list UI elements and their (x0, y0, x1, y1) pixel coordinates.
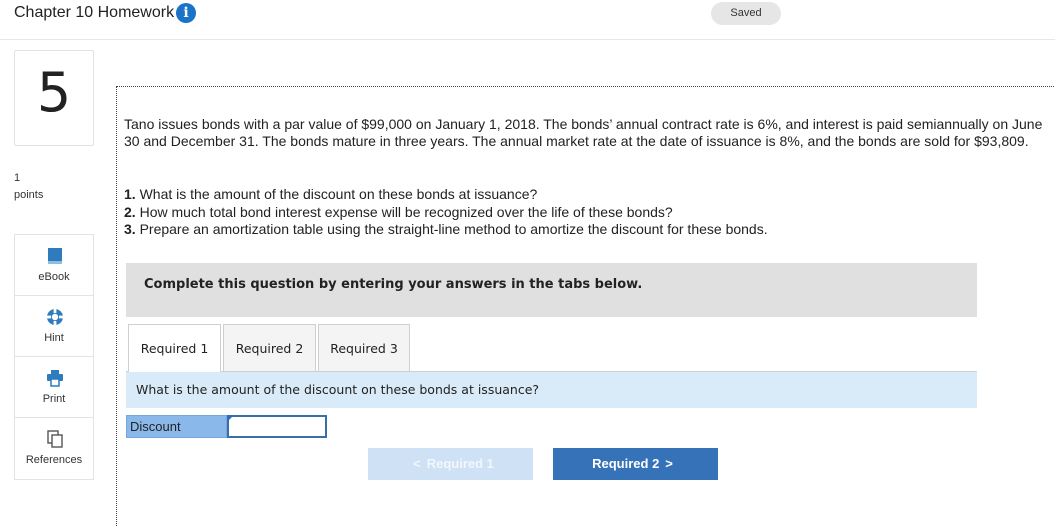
points-label: points (14, 189, 44, 201)
print-label: Print (42, 393, 66, 405)
assignment-title: Chapter 10 Homework (14, 4, 175, 21)
book-icon (46, 247, 64, 265)
previous-button-label: Required 1 (426, 456, 494, 471)
tab-required-1[interactable]: Required 1 (128, 324, 221, 373)
discount-label: Discount (126, 415, 227, 438)
points-value: 1 (14, 172, 21, 184)
ebook-label: eBook (38, 271, 70, 283)
tab-required-2[interactable]: Required 2 (223, 324, 316, 372)
question-number: 5 (36, 61, 72, 124)
tab-required-3[interactable]: Required 3 (318, 324, 410, 372)
lifebuoy-icon (46, 308, 64, 326)
instruction-text: Complete this question by entering your … (144, 277, 643, 292)
next-required-button[interactable]: Required 2 > (553, 448, 718, 480)
chevron-right-icon: > (665, 456, 673, 471)
hint-label: Hint (44, 332, 64, 344)
saved-status-badge: Saved (711, 2, 781, 25)
references-tool[interactable]: References (15, 418, 93, 479)
question-list: 1. What is the amount of the discount on… (124, 186, 1044, 239)
ebook-tool[interactable]: eBook (15, 235, 93, 296)
discount-input[interactable] (227, 415, 327, 438)
hint-tool[interactable]: Hint (15, 296, 93, 357)
info-icon[interactable]: i (176, 3, 196, 23)
problem-text: Tano issues bonds with a par value of $9… (124, 116, 1043, 149)
question-item: 3. Prepare an amortization table using t… (124, 221, 768, 237)
instruction-banner: Complete this question by entering your … (126, 263, 977, 317)
print-tool[interactable]: Print (15, 357, 93, 418)
subquestion-text: What is the amount of the discount on th… (136, 382, 540, 397)
next-button-label: Required 2 (592, 456, 660, 471)
copy-icon (46, 430, 64, 448)
top-header: Chapter 10 Homework i Saved (0, 0, 1055, 40)
subquestion-banner: What is the amount of the discount on th… (126, 372, 977, 408)
tools-panel: eBook Hint Print References (14, 234, 94, 480)
question-item: 2. How much total bond interest expense … (124, 203, 673, 220)
previous-required-button[interactable]: < Required 1 (368, 448, 533, 480)
question-number-box: 5 (14, 50, 94, 146)
question-item: 1. What is the amount of the discount on… (124, 186, 538, 202)
references-label: References (25, 454, 83, 466)
printer-icon (46, 369, 64, 387)
chevron-left-icon: < (413, 456, 421, 471)
